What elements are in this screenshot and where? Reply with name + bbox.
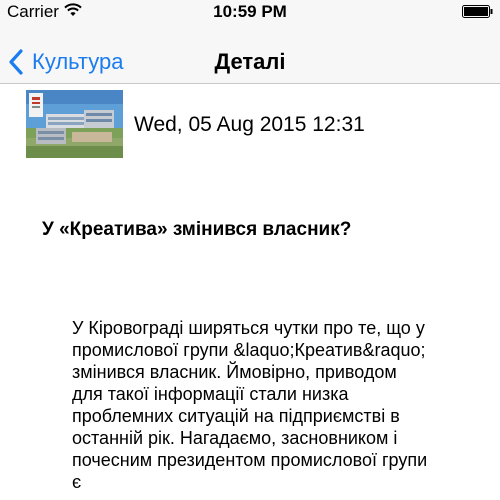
status-bar: Carrier 10:59 PM [0, 0, 500, 40]
status-time: 10:59 PM [213, 2, 287, 21]
article-headline: У «Креатива» змінився власник? [42, 219, 352, 240]
page-title: Деталі [214, 49, 286, 74]
article-body: У Кіровограді ширяться чутки про те, що … [72, 318, 428, 492]
battery-icon [462, 5, 493, 18]
article-thumbnail [26, 90, 123, 158]
navigation-bar: Культура Деталі [0, 40, 500, 84]
article-date: Wed, 05 Aug 2015 12:31 [134, 113, 365, 136]
